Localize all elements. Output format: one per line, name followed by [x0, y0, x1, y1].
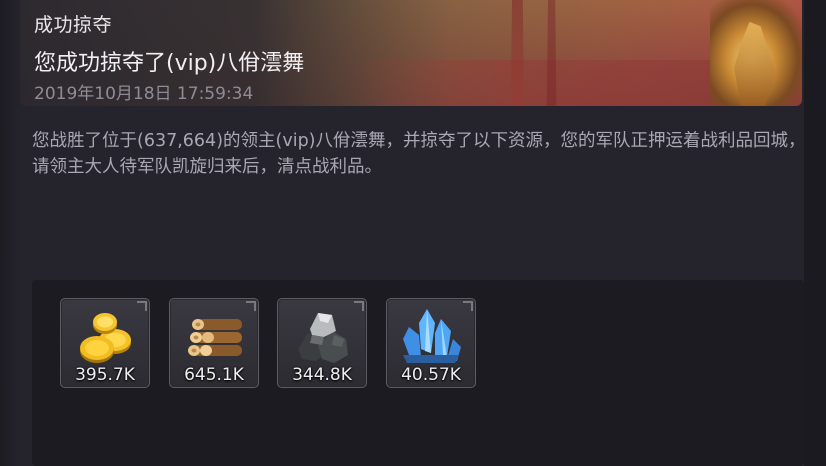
stone-ore-icon [298, 313, 348, 363]
gold-coins-icon [80, 313, 131, 363]
reward-item-wood[interactable]: 645.1K [169, 298, 259, 388]
left-edge-shadow [0, 0, 20, 466]
reward-amount: 395.7K [75, 365, 135, 385]
reward-amount: 40.57K [401, 365, 461, 385]
reward-item-stone[interactable]: 344.8K [277, 298, 367, 388]
reward-item-crystal[interactable]: 40.57K [386, 298, 476, 388]
blue-crystal-icon [403, 309, 461, 363]
mail-title: 成功掠夺 [34, 14, 113, 36]
reward-amount: 645.1K [184, 365, 244, 385]
mail-subject: 您成功掠夺了(vip)八佾澐舞 [34, 51, 305, 76]
mail-body-text: 您战胜了位于(637,664)的领主(vip)八佾澐舞，并掠夺了以下资源，您的军… [32, 131, 806, 177]
reward-item-gold[interactable]: 395.7K [60, 298, 150, 388]
mail-detail-page: 成功掠夺 您成功掠夺了(vip)八佾澐舞 2019年10月18日 17:59:3… [0, 0, 826, 466]
mail-timestamp: 2019年10月18日 17:59:34 [34, 84, 254, 104]
rewards-panel: 395.7K 645.1K 344.8K 40.57K [32, 280, 804, 466]
reward-amount: 344.8K [292, 365, 352, 385]
right-scroll-gutter [804, 0, 826, 466]
banner-battlefield-art [350, 60, 730, 106]
wood-logs-icon [188, 319, 242, 356]
